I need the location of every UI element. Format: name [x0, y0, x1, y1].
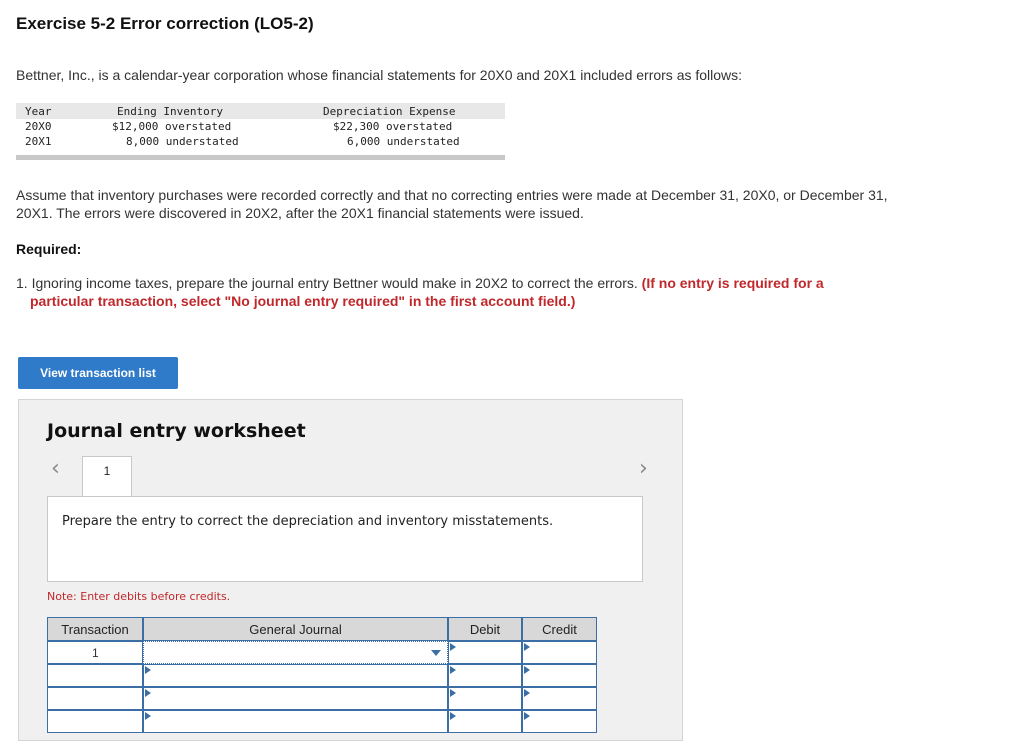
transaction-cell	[47, 687, 143, 710]
debit-input[interactable]	[448, 687, 522, 710]
debit-input[interactable]	[448, 664, 522, 687]
credit-input[interactable]	[522, 710, 597, 733]
journal-entry-worksheet: Journal entry worksheet ‹ 1 › Prepare th…	[18, 399, 683, 741]
question-1: 1. Ignoring income taxes, prepare the jo…	[16, 274, 936, 310]
assumption-text: Assume that inventory purchases were rec…	[16, 187, 888, 221]
row-year: 20X0	[25, 120, 52, 133]
worksheet-title: Journal entry worksheet	[47, 420, 306, 442]
transaction-cell	[47, 664, 143, 687]
tab-transaction-1[interactable]: 1	[82, 456, 132, 497]
transaction-cell	[47, 710, 143, 733]
account-select[interactable]	[143, 710, 448, 733]
col-header-general-journal: General Journal	[143, 617, 448, 641]
transaction-cell: 1	[47, 641, 143, 664]
cell-marker-icon	[450, 666, 456, 674]
cell-marker-icon	[145, 666, 151, 674]
cell-marker-icon	[524, 689, 530, 697]
row-inventory: $12,000 overstated	[112, 120, 232, 133]
row-depreciation: 6,000 understated	[347, 135, 460, 148]
prompt-box: Prepare the entry to correct the depreci…	[47, 496, 643, 582]
errors-table: Year Ending Inventory Depreciation Expen…	[16, 103, 505, 160]
account-select[interactable]	[143, 687, 448, 710]
cell-marker-icon	[524, 666, 530, 674]
credit-input[interactable]	[522, 641, 597, 664]
credit-input[interactable]	[522, 664, 597, 687]
question-instruction: (If no entry is required for a	[641, 275, 824, 291]
debit-input[interactable]	[448, 710, 522, 733]
cell-marker-icon	[450, 643, 456, 651]
prompt-text: Prepare the entry to correct the depreci…	[62, 514, 554, 529]
row-depreciation: $22,300 overstated	[333, 120, 453, 133]
header-depreciation-expense: Depreciation Expense	[323, 105, 456, 118]
cell-marker-icon	[524, 643, 530, 651]
col-header-debit: Debit	[448, 617, 522, 641]
col-header-credit: Credit	[522, 617, 597, 641]
required-label: Required:	[16, 241, 82, 257]
question-instruction-cont: particular transaction, select "No journ…	[30, 293, 576, 309]
chevron-left-icon[interactable]: ‹	[51, 456, 60, 481]
intro-text: Bettner, Inc., is a calendar-year corpor…	[16, 67, 743, 83]
row-inventory: 8,000 understated	[126, 135, 239, 148]
cell-marker-icon	[450, 712, 456, 720]
account-select[interactable]	[143, 641, 448, 664]
cell-marker-icon	[145, 689, 151, 697]
view-transaction-list-button[interactable]: View transaction list	[18, 357, 178, 389]
cell-marker-icon	[145, 712, 151, 720]
chevron-right-icon[interactable]: ›	[639, 456, 648, 481]
row-year: 20X1	[25, 135, 52, 148]
header-ending-inventory: Ending Inventory	[117, 105, 223, 118]
dropdown-arrow-icon[interactable]	[431, 650, 441, 656]
credit-input[interactable]	[522, 687, 597, 710]
account-select[interactable]	[143, 664, 448, 687]
cell-marker-icon	[524, 712, 530, 720]
page-title: Exercise 5-2 Error correction (LO5-2)	[16, 14, 314, 33]
cell-marker-icon	[450, 689, 456, 697]
errors-table-bottom-rule	[16, 155, 505, 160]
question-text: 1. Ignoring income taxes, prepare the jo…	[16, 275, 638, 291]
header-year: Year	[25, 105, 52, 118]
col-header-transaction: Transaction	[47, 617, 143, 641]
debit-input[interactable]	[448, 641, 522, 664]
entry-note: Note: Enter debits before credits.	[47, 590, 231, 603]
transaction-number: 1	[92, 646, 99, 660]
